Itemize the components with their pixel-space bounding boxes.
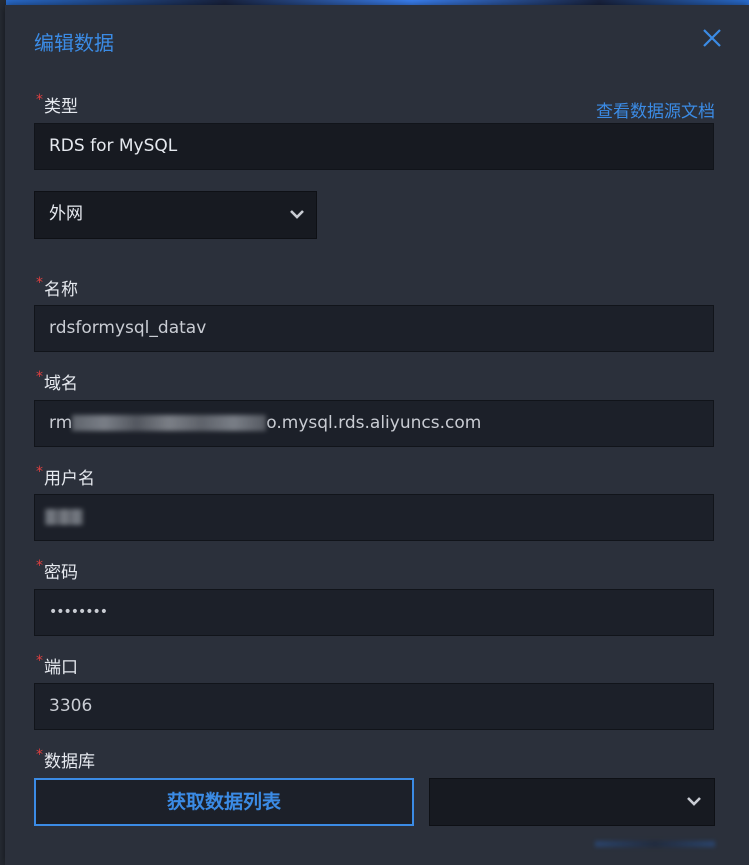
chevron-down-icon [687,797,701,806]
edit-data-dialog: 编辑数据 *类型 查看数据源文档 RDS for MySQL 外网 *名称 rd… [5,5,749,865]
host-label: *域名 [36,369,78,394]
username-input[interactable] [34,494,714,541]
username-redacted [45,509,83,525]
host-suffix: o.mysql.rds.aliyuncs.com [266,413,482,433]
required-asterisk: * [36,369,43,385]
port-label: *端口 [36,653,78,678]
required-asterisk: * [36,92,43,108]
port-input[interactable]: 3306 [34,683,714,730]
type-field[interactable]: RDS for MySQL [34,123,714,170]
password-input[interactable]: •••••••• [34,589,714,636]
type-label: *类型 [36,92,78,117]
database-select[interactable] [429,778,715,826]
required-asterisk: * [36,464,43,480]
host-prefix: rm [49,413,73,433]
close-icon[interactable] [701,27,723,49]
network-select[interactable]: 外网 [34,191,317,239]
username-label: *用户名 [36,464,95,489]
host-redacted [72,415,267,431]
name-label: *名称 [36,275,78,300]
view-docs-link[interactable]: 查看数据源文档 [596,97,715,122]
required-asterisk: * [36,275,43,291]
blurred-helper-text [595,841,715,847]
database-label: *数据库 [36,747,95,772]
required-asterisk: * [36,558,43,574]
network-select-value: 外网 [49,204,83,224]
host-input[interactable]: rm o.mysql.rds.aliyuncs.com [34,400,714,447]
name-input[interactable]: rdsformysql_datav [34,305,714,352]
password-label: *密码 [36,558,78,583]
required-asterisk: * [36,653,43,669]
dialog-title: 编辑数据 [34,31,114,55]
chevron-down-icon [290,210,304,219]
fetch-database-list-button[interactable]: 获取数据列表 [34,778,414,826]
required-asterisk: * [36,747,43,763]
